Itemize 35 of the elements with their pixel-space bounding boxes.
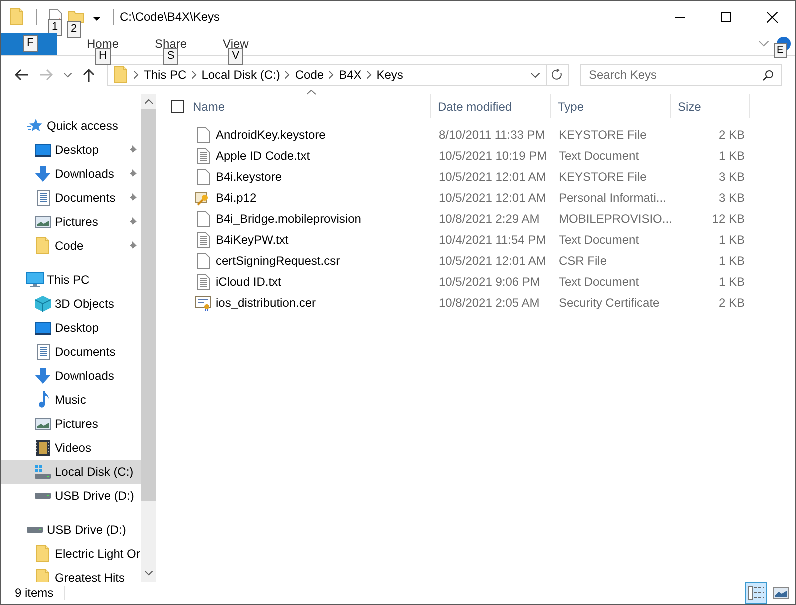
type-cell-text: Text Document [558, 148, 640, 162]
date-cell-text: 10/8/2021 2:29 AM [438, 212, 541, 226]
size-cell-text: 1 KB [718, 148, 745, 162]
date-cell-text: 10/4/2021 11:54 PM [438, 232, 548, 246]
type-cell-text: KEYSTORE File [558, 170, 648, 184]
date-cell-text: 10/8/2021 2:05 AM [438, 296, 541, 310]
type-cell-text: Personal Informati... [558, 190, 668, 204]
keytip-tooltip: F [23, 35, 38, 52]
size-cell-text: 3 KB [718, 190, 745, 204]
date-cell-text: 10/5/2021 12:01 AM [438, 190, 548, 204]
type-cell-text: CSR File [558, 254, 608, 268]
item-count: 9 items [1, 586, 65, 600]
size-cell-text: 1 KB [718, 232, 745, 246]
keytip-tooltip: H [95, 48, 111, 65]
date-cell-text: 10/5/2021 9:06 PM [438, 274, 542, 288]
size-cell-text: 3 KB [718, 170, 745, 184]
size-cell-text: 1 KB [718, 254, 745, 268]
type-cell-text: Security Certificate [558, 296, 661, 310]
date-cell-text: 8/10/2011 11:33 PM [438, 128, 546, 142]
size-cell-text: 2 KB [718, 296, 745, 310]
keytip-tooltip: S [163, 48, 179, 65]
keytip-tooltip: 2 [67, 21, 82, 38]
size-cell-text: 12 KB [711, 212, 745, 226]
date-cell-text: 10/5/2021 10:19 PM [438, 148, 548, 162]
size-cell-text: 1 KB [718, 274, 745, 288]
keytip-tooltip: V [228, 48, 244, 65]
type-cell-text: KEYSTORE File [558, 128, 648, 142]
window-title: C:\Code\B4X\Keys [120, 10, 220, 24]
size-cell-text: 2 KB [718, 128, 745, 142]
date-cell-text: 10/5/2021 12:01 AM [438, 254, 548, 268]
keytip-tooltip: E [774, 43, 787, 58]
type-cell-text: Text Document [558, 232, 640, 246]
type-cell-text: Text Document [558, 274, 640, 288]
date-cell-text: 10/5/2021 12:01 AM [438, 170, 548, 184]
type-cell-text: MOBILEPROVISIO... [558, 212, 672, 226]
